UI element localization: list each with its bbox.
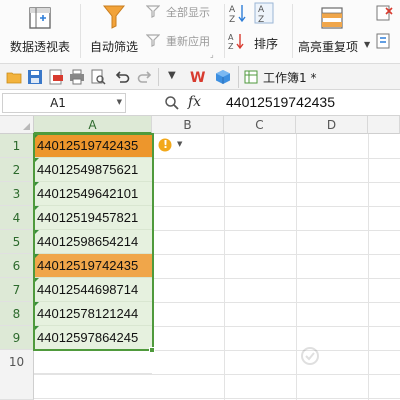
column-header-c[interactable]: C — [224, 116, 296, 134]
dropdown-arrow-icon[interactable]: ▼ — [364, 40, 370, 49]
row-header-7[interactable]: 7 — [0, 278, 34, 302]
name-box[interactable]: A1 ▼ — [2, 93, 126, 113]
sort-az-icon: A Z — [229, 5, 246, 25]
reapply-label: 重新应用 — [166, 35, 210, 48]
pivot-table-label: 数据透视表 — [10, 40, 71, 54]
formula-input[interactable]: 44012519742435 — [222, 93, 398, 113]
spreadsheet-grid: A B C D 1 2 3 4 5 6 7 8 9 10 44012519742… — [0, 116, 400, 400]
print-preview-icon[interactable] — [90, 69, 106, 85]
reject-duplicates-button[interactable] — [376, 32, 398, 54]
column-header-e[interactable] — [368, 116, 400, 134]
row-header-10[interactable]: 10 — [0, 350, 34, 400]
print-icon[interactable] — [69, 69, 85, 85]
sort-za-icon: A Z — [254, 2, 274, 25]
show-all-button[interactable]: 全部显示 — [146, 2, 220, 20]
svg-text:A: A — [228, 33, 234, 42]
save-icon[interactable] — [27, 69, 43, 85]
sort-ascending-button[interactable]: A Z — [228, 2, 250, 26]
watermark-logo-icon — [301, 347, 319, 365]
reapply-button[interactable]: 重新应用 — [146, 32, 220, 50]
show-all-label: 全部显示 — [166, 6, 210, 19]
svg-text:A: A — [229, 5, 236, 15]
smart-tag-dropdown-icon[interactable]: ▼ — [177, 140, 182, 148]
qat-dropdown-icon[interactable]: ▼ — [168, 70, 176, 81]
row-header-1[interactable]: 1 — [0, 134, 34, 158]
sort-label: 排序 — [254, 37, 279, 51]
watermark — [300, 346, 390, 368]
svg-text:W: W — [190, 70, 205, 85]
wps-w-icon[interactable]: W — [190, 69, 206, 85]
formula-bar: A1 ▼ fx 44012519742435 — [0, 90, 400, 116]
reject-duplicates-icon — [376, 33, 390, 49]
export-pdf-icon[interactable] — [48, 69, 64, 85]
row-header-5[interactable]: 5 — [0, 230, 34, 254]
document-tab[interactable]: 工作簿1 * — [238, 66, 338, 88]
svg-text:Z: Z — [258, 15, 264, 24]
name-box-value: A1 — [50, 96, 66, 110]
svg-text:Z: Z — [229, 15, 235, 24]
document-tab-title: 工作簿1 * — [263, 71, 317, 85]
delete-duplicates-icon — [376, 5, 393, 21]
auto-filter-button[interactable]: 自动筛选 — [86, 2, 144, 58]
pivot-table-icon — [29, 7, 51, 29]
svg-text:Z: Z — [228, 42, 234, 50]
dialog-launcher-icon[interactable]: ⌟ — [210, 50, 214, 59]
spreadsheet-doc-icon — [244, 70, 258, 84]
row-header-4[interactable]: 4 — [0, 206, 34, 230]
quick-access-toolbar: ▼ W 工作簿1 * — [0, 64, 400, 90]
delete-duplicates-button[interactable] — [376, 4, 398, 26]
sort-button[interactable]: A Z 排序 — [228, 30, 286, 52]
insert-function-fx[interactable]: fx — [188, 94, 201, 110]
row-header-8[interactable]: 8 — [0, 302, 34, 326]
zoom-magnifier-icon[interactable] — [164, 95, 180, 111]
column-header-b[interactable]: B — [152, 116, 224, 134]
column-header-d[interactable]: D — [296, 116, 368, 134]
row-header-3[interactable]: 3 — [0, 182, 34, 206]
sort-descending-button[interactable]: A Z — [254, 2, 276, 26]
auto-filter-label: 自动筛选 — [90, 40, 139, 54]
cell-a10[interactable] — [34, 350, 152, 374]
highlight-duplicates-button[interactable]: 高亮重复项 ▼ — [296, 2, 372, 58]
redo-icon[interactable] — [137, 69, 153, 85]
select-all-corner[interactable] — [0, 116, 34, 134]
reapply-icon — [146, 34, 160, 47]
cube-icon[interactable] — [215, 69, 231, 85]
pivot-table-button[interactable]: 数据透视表 — [4, 2, 76, 58]
row-header-6[interactable]: 6 — [0, 254, 34, 278]
row-header-2[interactable]: 2 — [0, 158, 34, 182]
formula-input-value: 44012519742435 — [226, 94, 336, 110]
open-folder-icon[interactable] — [6, 69, 22, 85]
name-box-dropdown-icon[interactable]: ▼ — [117, 98, 122, 106]
ribbon: 数据透视表 自动筛选 全部显示 重新应用 ⌟ A Z A Z A Z 排序 高亮… — [0, 0, 400, 64]
highlight-duplicates-label: 高亮重复项 — [298, 40, 359, 54]
column-header-a[interactable]: A — [34, 116, 152, 134]
highlight-duplicates-icon — [321, 7, 343, 29]
undo-icon[interactable] — [114, 69, 130, 85]
show-all-icon — [146, 5, 160, 18]
svg-text:A: A — [258, 5, 265, 15]
filter-funnel-icon — [102, 5, 126, 29]
selection-range-border — [33, 133, 154, 351]
sort-icon: A Z — [228, 33, 244, 50]
warning-glyph: ! — [163, 138, 169, 151]
fill-handle[interactable] — [149, 347, 155, 353]
row-header-9[interactable]: 9 — [0, 326, 34, 350]
error-smart-tag[interactable]: ! ▼ — [158, 136, 190, 154]
